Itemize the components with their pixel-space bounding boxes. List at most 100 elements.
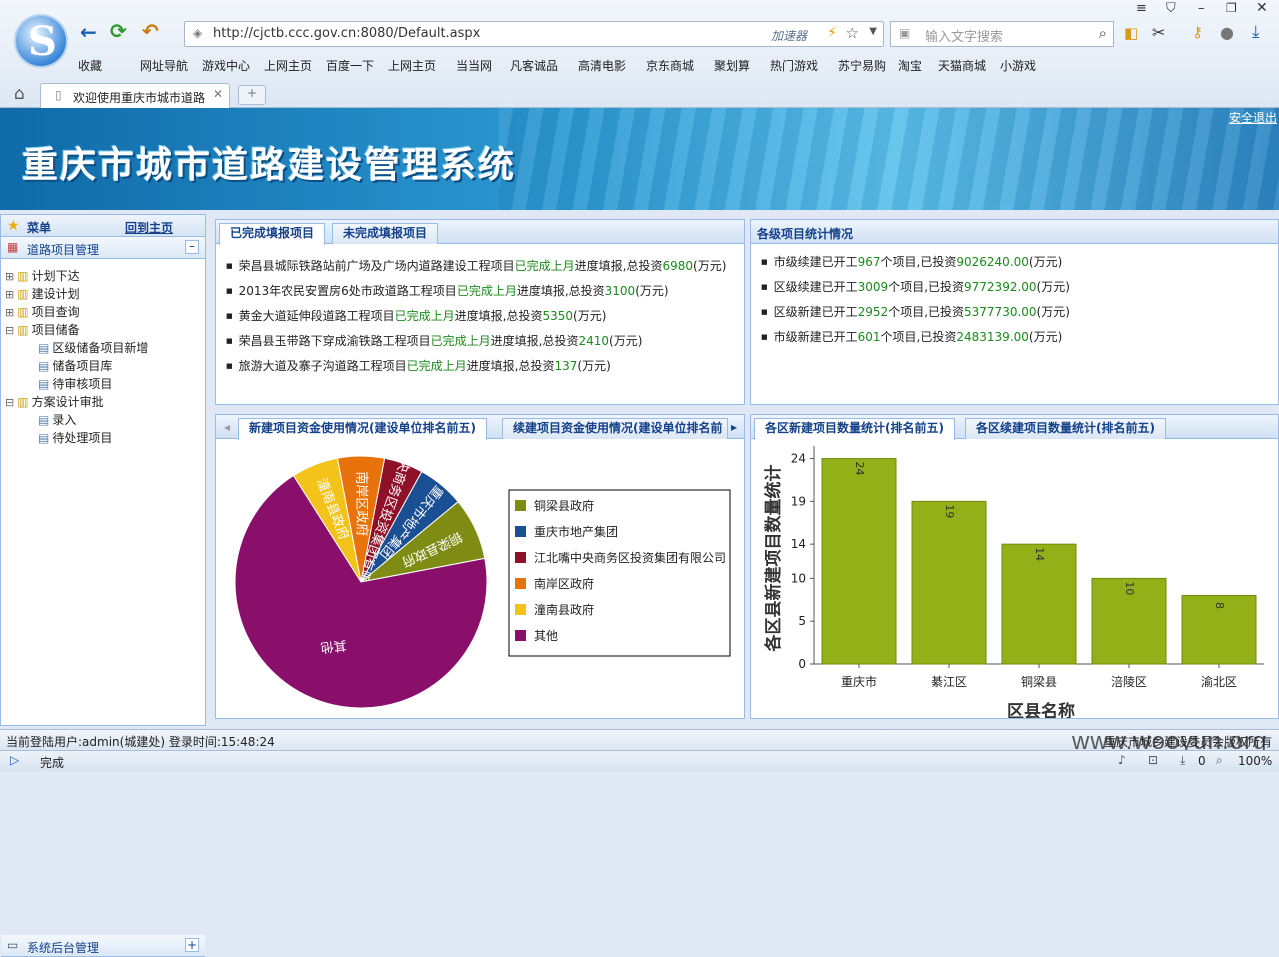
bookmark-item[interactable]: 百度一下 (326, 57, 374, 75)
section-road-projects[interactable]: ▦ 道路项目管理 – (1, 237, 205, 259)
status-text: 完成 (40, 756, 65, 770)
bookmark-item[interactable]: 网址导航 (140, 57, 188, 75)
menu-item-label: 项目储备 (31, 323, 80, 337)
address-bar[interactable]: ◈ http://cjctb.ccc.gov.cn:8080/Default.a… (184, 21, 884, 47)
lock-icon[interactable]: ⊡ (1148, 753, 1158, 767)
extension-icon[interactable]: ◧ (1124, 24, 1138, 42)
bar[interactable] (821, 458, 897, 665)
minimize-icon[interactable]: – (1198, 1, 1205, 16)
zoom-icon[interactable]: ⌕ (1216, 753, 1223, 768)
bookmark-item[interactable]: 凡客诚品 (510, 57, 558, 75)
star-icon[interactable]: ☆ (846, 24, 859, 42)
back-icon[interactable]: ← (80, 20, 97, 44)
legend-label[interactable]: 潼南县政府 (534, 602, 594, 617)
sound-icon[interactable]: ♪ (1118, 753, 1126, 767)
menu-item[interactable]: ▤ 区级储备项目新增 (5, 339, 205, 357)
download-icon[interactable]: ⤓ (1252, 22, 1260, 42)
menu-item[interactable]: ⊞ ▥ 项目查询 (5, 303, 205, 321)
menu-item[interactable]: ⊟ ▥ 项目储备 (5, 321, 205, 339)
new-tab-button[interactable]: + (238, 85, 266, 105)
collapse-icon[interactable]: ⊟ (5, 396, 14, 409)
bar-chart: 0 5 10 14 19 24 24 重庆市 19 綦江区 14 铜梁县 10 涪陵区 8 渝北区区县名称 各区… (763, 446, 1264, 718)
tab-incomplete[interactable]: 未完成填报项目 (332, 223, 439, 244)
bookmark-item[interactable]: 小游戏 (1000, 57, 1036, 75)
tab-new-funds[interactable]: 新建项目资金使用情况(建设单位排名前五) (238, 418, 487, 440)
legend-label[interactable]: 重庆市地产集团 (534, 524, 618, 539)
menu-item[interactable]: ▤ 待审核项目 (5, 375, 205, 393)
bookmark-item[interactable]: 高清电影 (578, 57, 626, 75)
home-icon[interactable]: ⌂ (14, 84, 25, 104)
menu-item[interactable]: ⊟ ▥ 方案设计审批 (5, 393, 205, 411)
accelerator-label[interactable]: 加速器 (771, 27, 807, 44)
bar[interactable] (911, 500, 987, 665)
tab-new-count[interactable]: 各区新建项目数量统计(排名前五) (754, 418, 955, 440)
search-box[interactable]: ▣ 输入文字搜索 ⌕ (890, 21, 1114, 47)
menu-item[interactable]: ▤ 储备项目库 (5, 357, 205, 375)
browser-chrome: S ← ⟳ ↶ ◈ http://cjctb.ccc.gov.cn:8080/D… (0, 0, 1279, 108)
legend-label[interactable]: 其他 (534, 629, 558, 643)
completed-item[interactable]: 荣昌县城际铁路站前广场及广场内道路建设工程项目已完成上月进度填报,总投资6980… (226, 254, 744, 279)
refresh-icon[interactable]: ⟳ (110, 19, 127, 43)
completed-item[interactable]: 荣昌县玉带路下穿成渝铁路工程项目已完成上月进度填报,总投资2410(万元) (226, 329, 744, 354)
play-icon[interactable]: ▷ (10, 753, 19, 767)
project-count: 3009 (857, 280, 889, 294)
browser-logo[interactable]: S (14, 14, 68, 68)
section-system-admin[interactable]: ▭ 系统后台管理 + (1, 935, 205, 957)
expand-icon[interactable]: ⊞ (5, 270, 14, 283)
bookmark-item[interactable]: 游戏中心 (202, 57, 250, 75)
close-icon[interactable]: ✕ (1256, 0, 1268, 16)
unit-text: (万元) (577, 359, 611, 373)
bookmark-item[interactable]: 苏宁易购 (838, 57, 886, 75)
search-engine-icon[interactable]: ▣ (899, 26, 910, 40)
dropdown-icon[interactable]: ▼ (869, 26, 877, 37)
bookmark-item[interactable]: 京东商城 (646, 57, 694, 75)
menu-item[interactable]: ▤ 待处理项目 (5, 429, 205, 447)
tab-completed[interactable]: 已完成填报项目 (219, 223, 326, 245)
scroll-left-icon[interactable]: ◂ (218, 417, 236, 437)
completed-item[interactable]: 旅游大道及寨子沟道路工程项目已完成上月进度填报,总投资137(万元) (226, 354, 744, 379)
bookmark-item[interactable]: 热门游戏 (770, 57, 818, 75)
bookmark-item[interactable]: 上网主页 (388, 57, 436, 75)
scissors-icon[interactable]: ✂ (1152, 23, 1165, 42)
legend-label[interactable]: 江北嘴中央商务区投资集团有限公司 (534, 550, 726, 565)
maximize-icon[interactable]: ❐ (1226, 1, 1237, 15)
menu-item[interactable]: ▤ 录入 (5, 411, 205, 429)
menu-item[interactable]: ⊞ ▥ 计划下达 (5, 267, 205, 285)
tab-continued-funds[interactable]: 续建项目资金使用情况(建设单位排名前 (502, 418, 728, 439)
home-link[interactable]: 回到主页 (125, 219, 173, 236)
collapse-icon[interactable]: – (185, 240, 199, 254)
collapse-icon[interactable]: ⊟ (5, 324, 14, 337)
undo-icon[interactable]: ↶ (142, 19, 159, 43)
bookmark-item[interactable]: 天猫商城 (938, 57, 986, 75)
zoom-level[interactable]: 100% (1238, 754, 1272, 768)
search-icon[interactable]: ⌕ (1099, 24, 1107, 42)
expand-icon[interactable]: + (185, 938, 199, 952)
expand-icon[interactable]: ⊞ (5, 288, 14, 301)
legend-label[interactable]: 铜梁县政府 (534, 498, 594, 513)
bookmark-item[interactable]: 聚划算 (714, 57, 750, 75)
completed-item[interactable]: 黄金大道延伸段道路工程项目已完成上月进度填报,总投资5350(万元) (226, 304, 744, 329)
legend-label[interactable]: 南岸区政府 (534, 576, 594, 591)
browser-tab[interactable]: ▯ 欢迎使用重庆市城市道路 ✕ (40, 83, 230, 108)
logout-link[interactable]: 安全退出 (1229, 109, 1277, 126)
bookmark-item[interactable]: 淘宝 (898, 57, 922, 75)
skin-icon[interactable]: ⛉ (1166, 1, 1176, 16)
bookmark-item[interactable]: 当当网 (456, 57, 492, 75)
menu-icon[interactable]: ≡ (1136, 1, 1147, 16)
lightning-icon[interactable]: ⚡ (827, 25, 837, 41)
scroll-right-icon[interactable]: ▸ (726, 417, 742, 437)
chat-icon[interactable]: ● (1220, 23, 1234, 42)
tab-continued-count[interactable]: 各区续建项目数量统计(排名前五) (965, 418, 1166, 439)
key-icon[interactable]: ⚷ (1192, 23, 1203, 41)
menu-item-label: 建设计划 (31, 287, 80, 301)
menu-item[interactable]: ⊞ ▥ 建设计划 (5, 285, 205, 303)
bookmark-item[interactable]: 上网主页 (264, 57, 312, 75)
bar[interactable] (1001, 543, 1077, 665)
completed-item[interactable]: 2013年农民安置房6处市政道路工程项目已完成上月进度填报,总投资3100(万元… (226, 279, 744, 304)
document-icon: ▤ (38, 341, 50, 355)
expand-icon[interactable]: ⊞ (5, 306, 14, 319)
download-status-icon[interactable]: ⤓ (1180, 753, 1185, 768)
bookmark-item[interactable]: 收藏 (78, 57, 102, 75)
tab-close-icon[interactable]: ✕ (213, 87, 223, 101)
bar-value-label: 24 (853, 462, 866, 476)
